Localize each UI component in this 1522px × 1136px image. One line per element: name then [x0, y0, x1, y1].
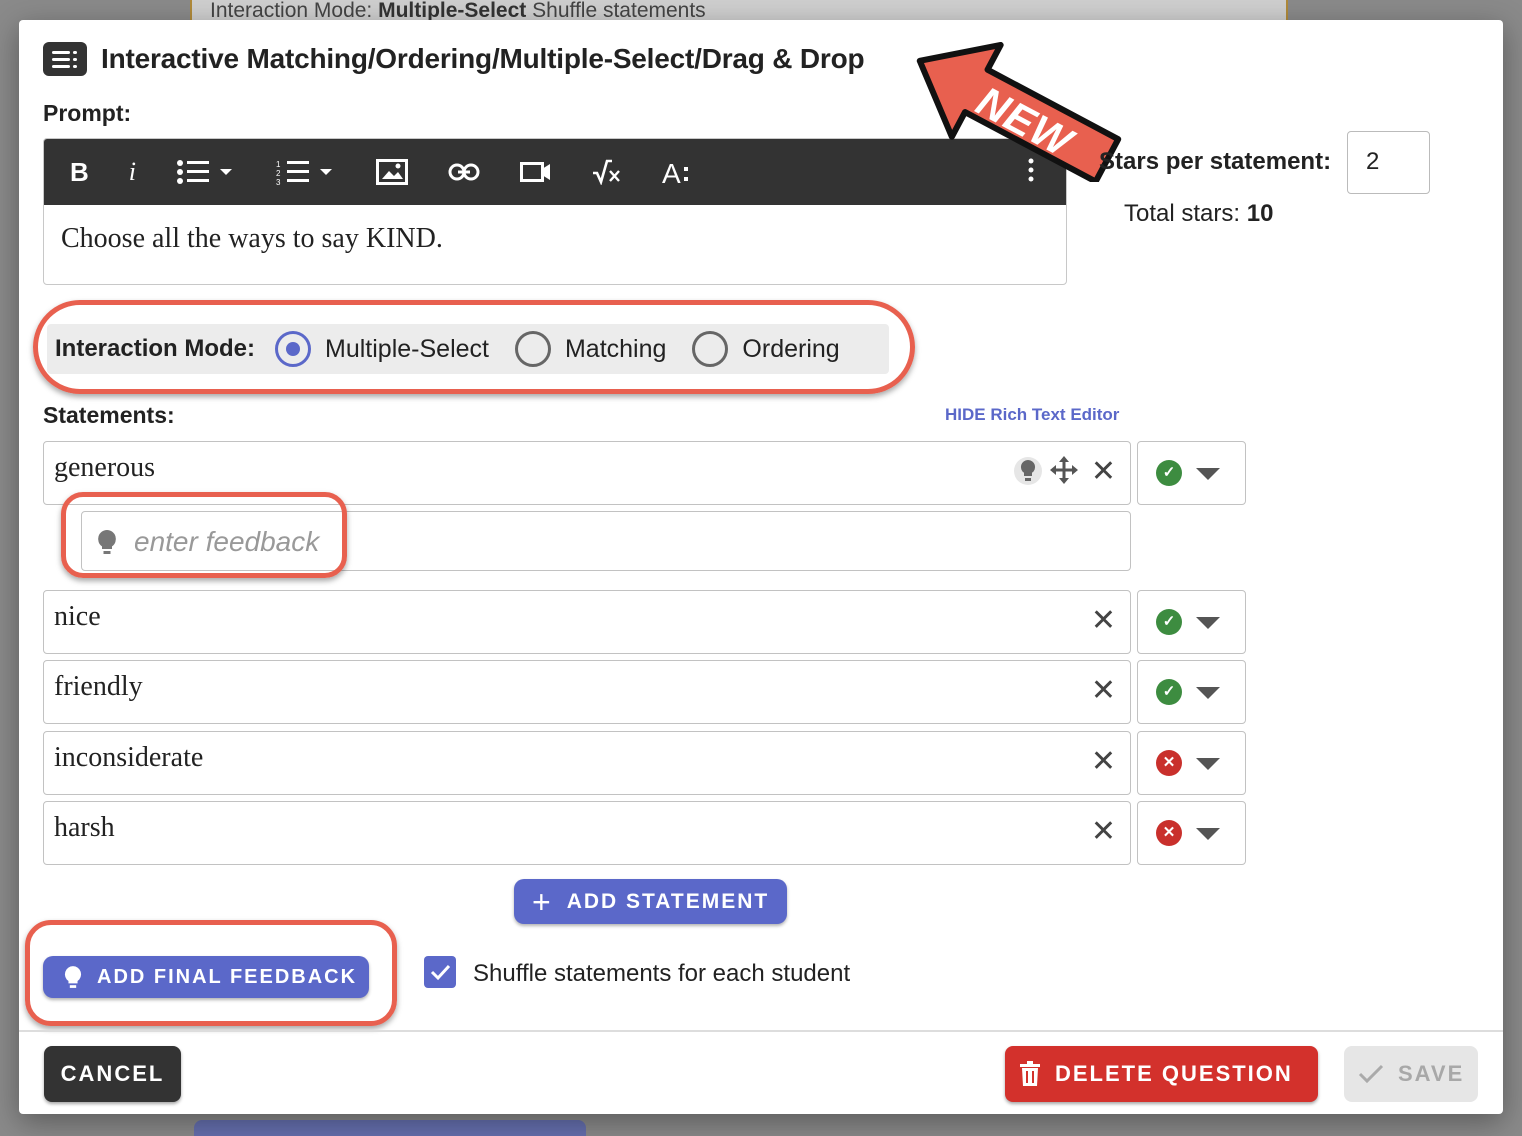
trash-icon	[1020, 1061, 1040, 1086]
video-icon[interactable]	[520, 161, 552, 183]
remove-statement-close-icon[interactable]: ✕	[1091, 814, 1116, 849]
chevron-down-icon[interactable]	[1196, 468, 1220, 480]
statement-text[interactable]: nice	[54, 601, 101, 633]
dialog-header: Interactive Matching/Ordering/Multiple-S…	[43, 42, 865, 76]
plus-icon: +	[532, 883, 553, 920]
background-strip-suffix: Shuffle statements	[526, 0, 706, 22]
background-add-student-interaction-button	[194, 1120, 586, 1136]
delete-question-button[interactable]: DELETE QUESTION	[1005, 1046, 1318, 1102]
correct-check-icon: ✓	[1156, 460, 1182, 486]
final-feedback-highlight	[25, 920, 397, 1026]
stars-per-statement-input[interactable]: 2	[1347, 131, 1430, 194]
svg-text:3: 3	[276, 178, 281, 185]
statement-row[interactable]: nice ✕	[43, 590, 1131, 654]
statement-row[interactable]: inconsiderate ✕	[43, 731, 1131, 795]
feedback-highlight	[61, 492, 347, 578]
numbered-list-icon[interactable]: 123	[276, 159, 336, 185]
statement-text[interactable]: generous	[54, 452, 155, 484]
remove-statement-close-icon[interactable]: ✕	[1091, 454, 1116, 489]
prompt-label: Prompt:	[43, 100, 132, 126]
checkmark-icon	[1358, 1064, 1384, 1084]
correct-check-icon: ✓	[1156, 609, 1182, 635]
question-editor-dialog: Interactive Matching/Ordering/Multiple-S…	[19, 20, 1503, 1114]
svg-text:2: 2	[276, 169, 281, 178]
chevron-down-icon[interactable]	[1196, 687, 1220, 699]
math-formula-icon[interactable]	[592, 159, 622, 185]
statement-text[interactable]: inconsiderate	[54, 742, 203, 774]
svg-text:1: 1	[276, 160, 281, 169]
statement-text[interactable]: friendly	[54, 671, 143, 703]
delete-question-label: DELETE QUESTION	[1055, 1061, 1293, 1086]
image-icon[interactable]	[376, 159, 409, 185]
chevron-down-icon[interactable]	[1196, 617, 1220, 629]
save-label: SAVE	[1398, 1061, 1465, 1086]
incorrect-x-icon: ✕	[1156, 820, 1182, 846]
total-stars-label: Total stars:	[1124, 200, 1247, 227]
incorrect-x-icon: ✕	[1156, 750, 1182, 776]
correct-check-icon: ✓	[1156, 679, 1182, 705]
statement-row[interactable]: friendly ✕	[43, 660, 1131, 724]
background-interaction-strip: Interaction Mode: Multiple-Select Shuffl…	[190, 0, 1288, 22]
svg-text:A: A	[662, 158, 681, 186]
correctness-dropdown[interactable]: ✕	[1137, 801, 1246, 865]
lightbulb-icon[interactable]	[1014, 454, 1042, 493]
remove-statement-close-icon[interactable]: ✕	[1091, 673, 1116, 708]
chevron-down-icon[interactable]	[1196, 828, 1220, 840]
text-size-icon[interactable]: A	[662, 158, 692, 186]
dialog-title: Interactive Matching/Ordering/Multiple-S…	[101, 43, 865, 74]
save-button[interactable]: SAVE	[1344, 1046, 1478, 1102]
background-strip-prefix: Interaction Mode:	[210, 0, 379, 22]
drag-move-icon[interactable]	[1048, 454, 1080, 491]
shuffle-label[interactable]: Shuffle statements for each student	[473, 960, 850, 988]
remove-statement-close-icon[interactable]: ✕	[1091, 603, 1116, 638]
hide-rich-text-editor-link[interactable]: HIDE Rich Text Editor	[945, 405, 1119, 425]
stars-per-statement-label: Stars per statement:	[1099, 148, 1332, 175]
statement-text[interactable]: harsh	[54, 812, 115, 844]
prompt-editor-content[interactable]: Choose all the ways to say KIND.	[44, 205, 1066, 273]
footer-divider	[19, 1030, 1503, 1032]
remove-statement-close-icon[interactable]: ✕	[1091, 744, 1116, 779]
shuffle-checkbox[interactable]	[424, 956, 456, 988]
total-stars-value: 10	[1246, 200, 1274, 227]
correctness-dropdown[interactable]: ✕	[1137, 731, 1246, 795]
total-stars: Total stars: 10	[1124, 200, 1273, 228]
link-icon[interactable]	[448, 162, 480, 182]
add-statement-label: ADD STATEMENT	[566, 889, 770, 913]
cancel-button[interactable]: CANCEL	[44, 1046, 181, 1102]
chevron-down-icon[interactable]	[1196, 758, 1220, 770]
add-statement-button[interactable]: + ADD STATEMENT	[514, 879, 787, 924]
checkmark-icon	[430, 964, 451, 981]
correctness-dropdown[interactable]: ✓	[1137, 441, 1246, 505]
bulleted-list-icon[interactable]	[176, 159, 236, 185]
statement-row[interactable]: harsh ✕	[43, 801, 1131, 865]
list-icon	[43, 42, 87, 76]
bold-icon[interactable]: B	[70, 157, 89, 188]
statements-label: Statements:	[43, 402, 175, 428]
italic-icon[interactable]: i	[129, 157, 136, 187]
interaction-mode-highlight	[33, 300, 915, 394]
background-strip-mode: Multiple-Select	[378, 0, 527, 22]
correctness-dropdown[interactable]: ✓	[1137, 590, 1246, 654]
correctness-dropdown[interactable]: ✓	[1137, 660, 1246, 724]
